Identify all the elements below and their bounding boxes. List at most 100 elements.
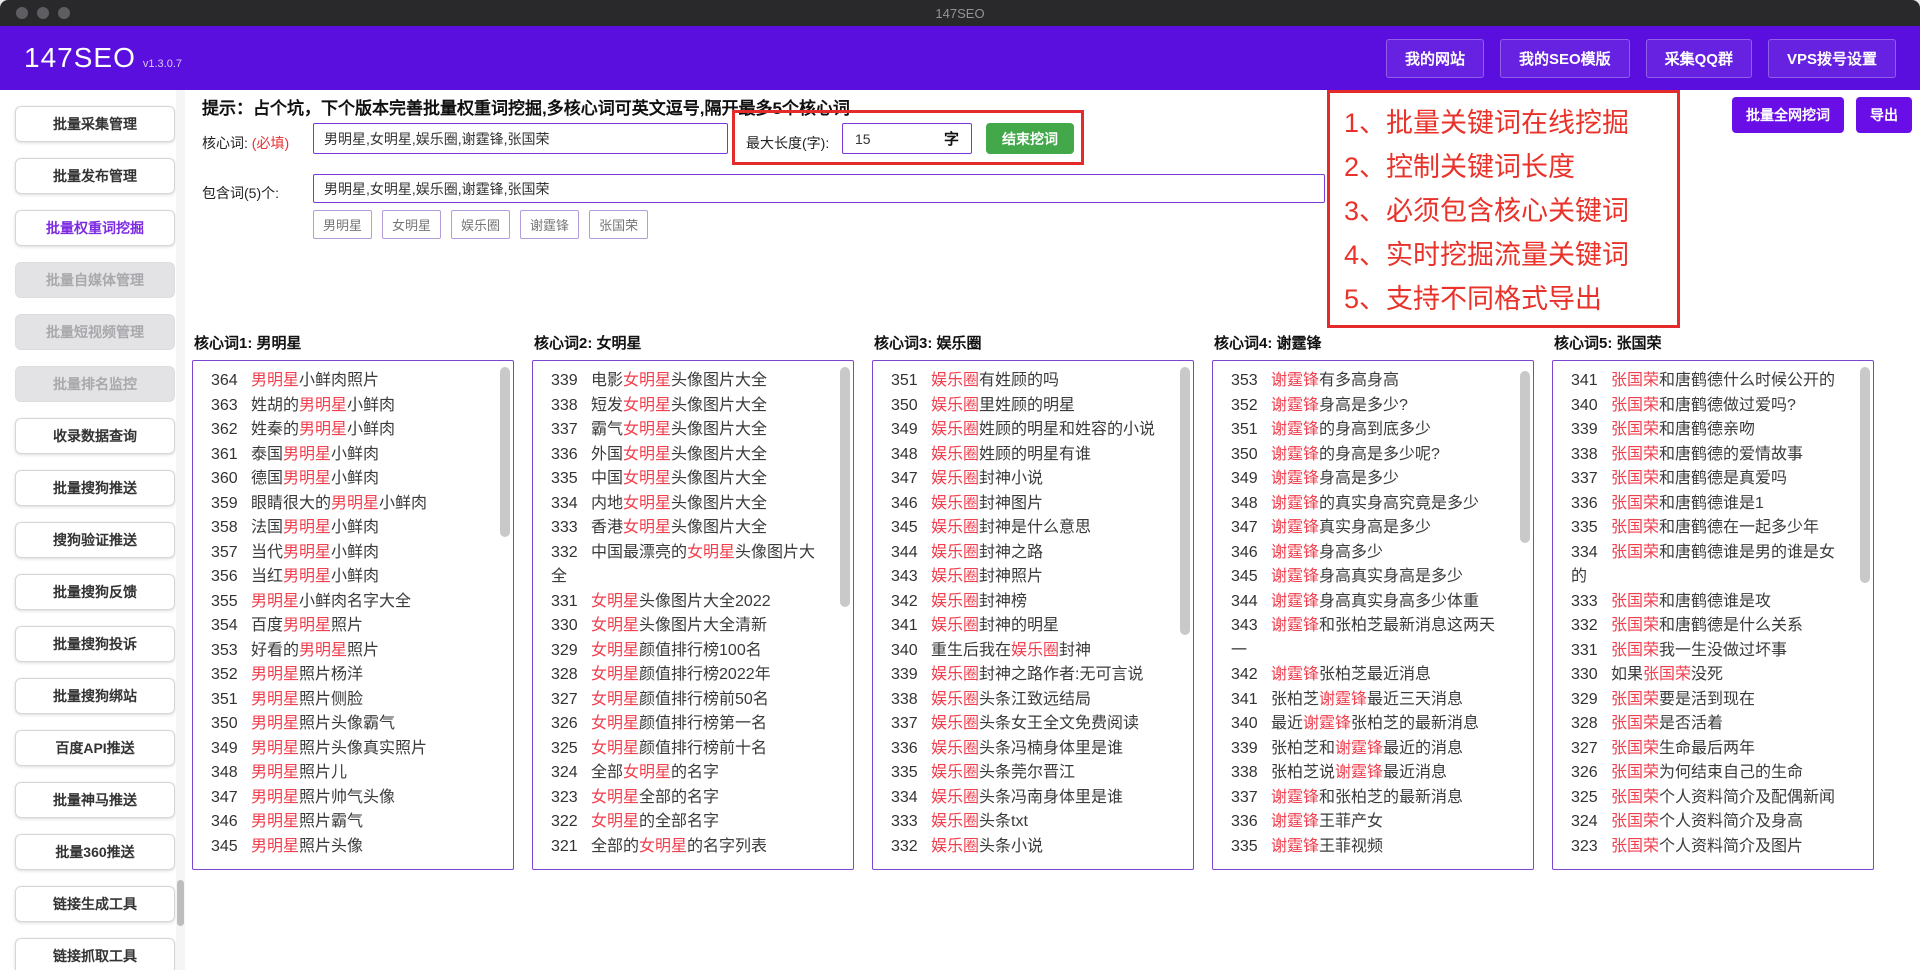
sidebar-item-7[interactable]: 批量搜狗推送 [15, 470, 175, 506]
keyword-core: 谢霆锋 [1271, 446, 1319, 463]
keyword-core: 女明星 [591, 642, 639, 659]
include-word-chip-0[interactable]: 男明星 [313, 210, 372, 239]
keyword-rank: 346 [891, 492, 931, 517]
keyword-row: 338张国荣和唐鹤德的爱情故事 [1553, 443, 1873, 468]
keyword-row: 352谢霆锋身高是多少? [1213, 394, 1533, 419]
keyword-row: 321全部的女明星的名字列表 [533, 835, 853, 860]
keyword-core: 张国荣 [1611, 421, 1659, 438]
keyword-core: 张国荣 [1611, 495, 1659, 512]
keyword-core: 娱乐圈 [931, 470, 979, 487]
maxlen-highlight-box [732, 110, 1084, 165]
app-body: 批量采集管理批量发布管理批量权重词挖掘批量自媒体管理批量短视频管理批量排名监控收… [0, 90, 1920, 970]
keyword-text: 短发 [591, 397, 623, 414]
keyword-core: 娱乐圈 [931, 813, 979, 830]
keyword-rank: 336 [1571, 492, 1611, 517]
keyword-row: 350谢霆锋的身高是多少呢? [1213, 443, 1533, 468]
annotation-line-4: 5、支持不同格式导出 [1344, 277, 1677, 321]
include-words-input[interactable] [313, 174, 1325, 203]
header-nav-item-2[interactable]: 采集QQ群 [1646, 39, 1752, 78]
app-header: 147SEO v1.3.0.7 我的网站我的SEO模版采集QQ群VPS拨号设置 [0, 26, 1920, 90]
keyword-text: 中国 [591, 470, 623, 487]
sidebar-scrollbar-thumb[interactable] [177, 880, 184, 926]
sidebar-item-0[interactable]: 批量采集管理 [15, 106, 175, 142]
sidebar-item-14[interactable]: 批量360推送 [15, 834, 175, 870]
keyword-row: 330如果张国荣没死 [1553, 663, 1873, 688]
keyword-text: 真实身高是多少 [1319, 519, 1431, 536]
keyword-text: 头像图片大全 [671, 372, 767, 389]
keyword-rank: 329 [1571, 688, 1611, 713]
sidebar-item-8[interactable]: 搜狗验证推送 [15, 522, 175, 558]
export-button[interactable]: 导出 [1856, 97, 1912, 133]
header-nav-item-1[interactable]: 我的SEO模版 [1500, 39, 1630, 78]
core-word-input[interactable] [313, 123, 728, 154]
keyword-rank: 332 [891, 835, 931, 860]
sidebar-item-12[interactable]: 百度API推送 [15, 730, 175, 766]
keyword-rank: 338 [551, 394, 591, 419]
keyword-core: 女明星 [687, 544, 735, 561]
include-word-chip-4[interactable]: 张国荣 [589, 210, 648, 239]
keyword-core: 张国荣 [1611, 397, 1659, 414]
keyword-row: 349娱乐圈姓顾的明星和姓容的小说 [873, 418, 1193, 443]
keyword-text: 照片儿 [299, 764, 347, 781]
keyword-core: 谢霆锋 [1271, 372, 1319, 389]
keyword-row: 335娱乐圈头条莞尔晋江 [873, 761, 1193, 786]
keyword-core: 张国荣 [1611, 715, 1659, 732]
sidebar-item-16[interactable]: 链接抓取工具 [15, 938, 175, 970]
keyword-core: 娱乐圈 [931, 421, 979, 438]
keyword-core: 男明星 [251, 838, 299, 855]
keyword-text: 我一生没做过坏事 [1659, 642, 1787, 659]
sidebar-item-13[interactable]: 批量神马推送 [15, 782, 175, 818]
scrollbar-thumb[interactable] [1180, 367, 1190, 635]
column-header: 核心词3: 娱乐圈 [874, 332, 1194, 353]
keyword-text: 头像图片大全 [671, 470, 767, 487]
sidebar-item-15[interactable]: 链接生成工具 [15, 886, 175, 922]
keyword-core: 张国荣 [1611, 691, 1659, 708]
scrollbar-thumb[interactable] [1860, 367, 1870, 583]
keyword-core: 男明星 [251, 715, 299, 732]
keyword-rank: 332 [551, 541, 591, 566]
include-word-chip-2[interactable]: 娱乐圈 [451, 210, 510, 239]
keyword-row: 349男明星照片头像真实照片 [193, 737, 513, 762]
keyword-row: 341张国荣和唐鹤德什么时候公开的 [1553, 369, 1873, 394]
keyword-core: 娱乐圈 [931, 544, 979, 561]
scrollbar-thumb[interactable] [1520, 371, 1530, 543]
keyword-rank: 335 [551, 467, 591, 492]
keyword-rank: 346 [1231, 541, 1271, 566]
batch-mine-all-button[interactable]: 批量全网挖词 [1732, 97, 1844, 133]
keyword-rank: 341 [1571, 369, 1611, 394]
keyword-rank: 348 [211, 761, 251, 786]
scrollbar-thumb[interactable] [840, 367, 850, 607]
keyword-text: 眼睛很大的 [251, 495, 331, 512]
keyword-row: 340最近谢霆锋张柏芝的最新消息 [1213, 712, 1533, 737]
keyword-text: 的身高是多少呢? [1319, 446, 1440, 463]
header-nav-item-3[interactable]: VPS拨号设置 [1768, 39, 1896, 78]
keyword-core: 娱乐圈 [931, 691, 979, 708]
keyword-rank: 345 [891, 516, 931, 541]
include-word-chip-1[interactable]: 女明星 [382, 210, 441, 239]
sidebar-scrollbar[interactable] [176, 90, 185, 970]
keyword-text: 重生后我在 [931, 642, 1011, 659]
keyword-rank: 337 [551, 418, 591, 443]
include-word-chip-3[interactable]: 谢霆锋 [520, 210, 579, 239]
keyword-text: 全部 [591, 764, 623, 781]
keyword-rank: 350 [891, 394, 931, 419]
keyword-text: 的名字 [671, 764, 719, 781]
keyword-core: 谢霆锋 [1271, 495, 1319, 512]
sidebar-item-11[interactable]: 批量搜狗绑站 [15, 678, 175, 714]
keyword-core: 谢霆锋 [1271, 593, 1319, 610]
sidebar-item-2[interactable]: 批量权重词挖掘 [15, 210, 175, 246]
annotation-box: 1、批量关键词在线挖掘2、控制关键词长度3、必须包含核心关键词4、实时挖掘流量关… [1327, 90, 1680, 328]
keyword-text: 和唐鹤德是真爱吗 [1659, 470, 1787, 487]
keyword-core: 女明星 [623, 446, 671, 463]
keyword-core: 张国荣 [1611, 446, 1659, 463]
keyword-text: 没死 [1691, 666, 1723, 683]
scrollbar-thumb[interactable] [500, 367, 510, 537]
sidebar-item-6[interactable]: 收录数据查询 [15, 418, 175, 454]
keyword-text: 身高真实身高多少体重 [1319, 593, 1479, 610]
sidebar-item-10[interactable]: 批量搜狗投诉 [15, 626, 175, 662]
sidebar-item-1[interactable]: 批量发布管理 [15, 158, 175, 194]
keyword-rank: 336 [1231, 810, 1271, 835]
keyword-text: 头条小说 [979, 838, 1043, 855]
header-nav-item-0[interactable]: 我的网站 [1386, 39, 1484, 78]
sidebar-item-9[interactable]: 批量搜狗反馈 [15, 574, 175, 610]
